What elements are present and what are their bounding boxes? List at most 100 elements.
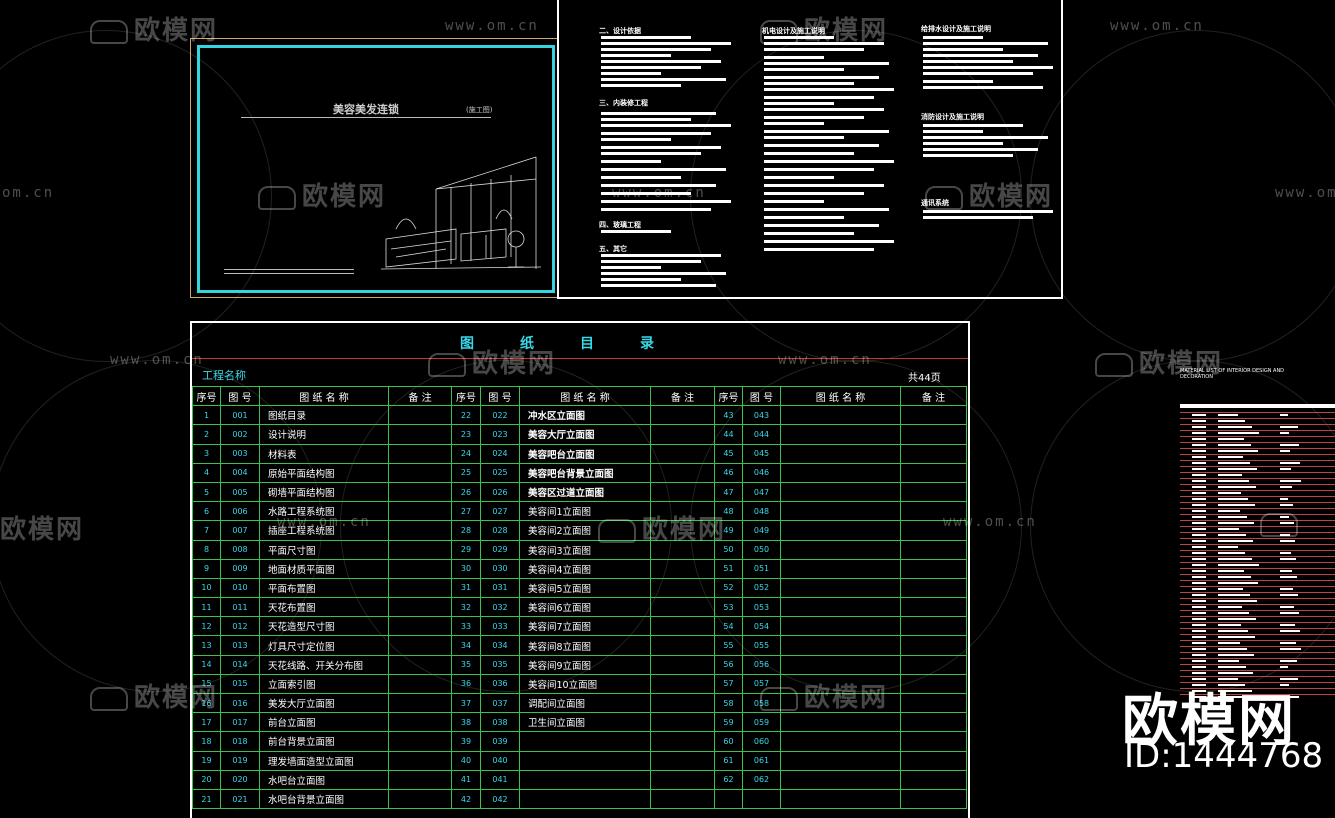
drawing-name-cell [519, 750, 651, 771]
watermark-url: om.cn [2, 185, 55, 201]
drawing-name-cell: 插座工程系统图 [259, 520, 389, 541]
table-row[interactable]: 1 001 图纸目录 22 022 冲水区立面图 43 043 [192, 405, 967, 426]
remark-cell [388, 405, 452, 426]
code-cell: 048 [742, 501, 781, 522]
remark-cell [388, 424, 452, 445]
table-row[interactable]: 19 019 理发墙面造型立面图 40 040 61 061 [192, 750, 967, 771]
notes-heading: 四、玻璃工程 [599, 221, 641, 229]
seq-cell: 49 [714, 520, 743, 541]
code-cell: 042 [480, 788, 520, 810]
material-list-sheet[interactable]: MATERIAL LIST OF INTERIOR DESIGN AND DEC… [1180, 368, 1335, 698]
table-row[interactable]: 15 015 立面索引图 36 036 美容间10立面图 57 057 [192, 673, 967, 695]
table-row[interactable]: 5 005 砌墙平面结构图 26 026 美容区过道立面图 47 047 [192, 481, 967, 503]
drawing-name-cell: 美容间3立面图 [519, 539, 651, 560]
drawing-name-cell [780, 712, 901, 733]
code-cell: 013 [220, 635, 260, 656]
design-notes-sheet[interactable]: 二、设计依据 三、内装修工程 四、玻璃工程 五、其它 机电设计及施工说明 给排水… [557, 0, 1063, 299]
code-cell: 045 [742, 443, 781, 464]
drawing-name-cell: 天花线路、开关分布图 [259, 654, 389, 675]
watermark-circle [1030, 30, 1335, 362]
code-cell: 010 [220, 577, 260, 599]
code-cell: 056 [742, 654, 781, 675]
table-row[interactable]: 6 006 水路工程系统图 27 027 美容间1立面图 48 048 [192, 501, 967, 522]
remark-cell [388, 788, 452, 810]
table-row[interactable]: 4 004 原始平面结构图 25 025 美容吧台背景立面图 46 046 [192, 462, 967, 483]
remark-cell [388, 597, 452, 618]
table-row[interactable]: 10 010 平面布置图 31 031 美容间5立面图 52 052 [192, 577, 967, 599]
remark-cell [900, 788, 967, 810]
drawing-name-cell [780, 481, 901, 503]
drawing-name-cell: 美容间5立面图 [519, 577, 651, 599]
remark-cell [650, 712, 715, 733]
code-cell: 011 [220, 597, 260, 618]
drawing-name-cell: 水吧台背景立面图 [259, 788, 389, 810]
code-cell: 034 [480, 635, 520, 656]
code-cell: 059 [742, 712, 781, 733]
seq-cell: 62 [714, 769, 743, 790]
seq-cell: 27 [451, 501, 481, 522]
drawing-name-cell [780, 692, 901, 714]
remark-cell [900, 616, 967, 637]
table-row[interactable]: 20 020 水吧台立面图 41 041 62 062 [192, 769, 967, 790]
code-cell: 049 [742, 520, 781, 541]
drawing-name-cell [519, 788, 651, 810]
seq-cell: 61 [714, 750, 743, 771]
remark-cell [900, 635, 967, 656]
drawing-name-cell: 平面布置图 [259, 577, 389, 599]
elevation-sketch-icon [380, 156, 542, 270]
drawing-name-cell [780, 405, 901, 426]
seq-cell: 44 [714, 424, 743, 445]
notes-heading: 二、设计依据 [599, 27, 641, 35]
table-row[interactable]: 7 007 插座工程系统图 28 028 美容间2立面图 49 049 [192, 520, 967, 541]
remark-cell [388, 731, 452, 752]
index-header-row: 序号图 号图 纸 名 称备 注序号图 号图 纸 名 称备 注序号图 号图 纸 名… [192, 385, 967, 407]
index-header-cell: 图 号 [220, 385, 260, 407]
drawing-name-cell [780, 520, 901, 541]
table-row[interactable]: 13 013 灯具尺寸定位图 34 034 美容间8立面图 55 055 [192, 635, 967, 656]
remark-cell [650, 501, 715, 522]
index-header-cell: 备 注 [388, 385, 452, 407]
drawing-name-cell: 冲水区立面图 [519, 405, 651, 426]
table-row[interactable]: 3 003 材料表 24 024 美容吧台立面图 45 045 [192, 443, 967, 464]
drawing-name-cell: 美容间9立面图 [519, 654, 651, 675]
table-row[interactable]: 14 014 天花线路、开关分布图 35 035 美容间9立面图 56 056 [192, 654, 967, 675]
material-list-title: MATERIAL LIST OF INTERIOR DESIGN AND DEC… [1180, 368, 1285, 380]
seq-cell: 59 [714, 712, 743, 733]
cover-sheet[interactable]: 美容美发连锁 (施工图) [190, 38, 558, 298]
drawing-name-cell: 平面尺寸图 [259, 539, 389, 560]
watermark-brand: 欧模网 [0, 515, 85, 545]
table-row[interactable]: 9 009 地面材质平面图 30 030 美容间4立面图 51 051 [192, 558, 967, 579]
drawing-index-sheet[interactable]: 图纸目录 工程名称 共44页 序号图 号图 纸 名 称备 注序号图 号图 纸 名… [190, 321, 970, 818]
remark-cell [650, 597, 715, 618]
remark-cell [900, 712, 967, 733]
code-cell: 022 [480, 405, 520, 426]
table-row[interactable]: 2 002 设计说明 23 023 美容大厅立面图 44 044 [192, 424, 967, 445]
code-cell: 036 [480, 673, 520, 695]
drawing-name-cell [780, 635, 901, 656]
index-header-cell: 图 号 [742, 385, 781, 407]
seq-cell: 23 [451, 424, 481, 445]
table-row[interactable]: 21 021 水吧台背景立面图 42 042 [192, 788, 967, 810]
table-row[interactable]: 18 018 前台背景立面图 39 039 60 060 [192, 731, 967, 752]
seq-cell: 4 [192, 462, 221, 483]
code-cell: 043 [742, 405, 781, 426]
cover-tag: (施工图) [466, 106, 493, 114]
code-cell: 046 [742, 462, 781, 483]
code-cell [742, 788, 781, 810]
remark-cell [650, 462, 715, 483]
remark-cell [388, 520, 452, 541]
seq-cell: 34 [451, 635, 481, 656]
code-cell: 039 [480, 731, 520, 752]
table-row[interactable]: 8 008 平面尺寸图 29 029 美容间3立面图 50 050 [192, 539, 967, 560]
table-row[interactable]: 12 012 天花造型尺寸图 33 033 美容间7立面图 54 054 [192, 616, 967, 637]
table-row[interactable]: 17 017 前台立面图 38 038 卫生间立面图 59 059 [192, 712, 967, 733]
remark-cell [900, 750, 967, 771]
table-row[interactable]: 16 016 美发大厅立面图 37 037 调配间立面图 58 058 [192, 692, 967, 714]
index-grid: 序号图 号图 纸 名 称备 注序号图 号图 纸 名 称备 注序号图 号图 纸 名… [192, 385, 967, 810]
remark-cell [388, 712, 452, 733]
seq-cell: 29 [451, 539, 481, 560]
code-cell: 007 [220, 520, 260, 541]
notes-heading: 消防设计及施工说明 [921, 113, 984, 121]
table-row[interactable]: 11 011 天花布置图 32 032 美容间6立面图 53 053 [192, 597, 967, 618]
code-cell: 009 [220, 558, 260, 579]
